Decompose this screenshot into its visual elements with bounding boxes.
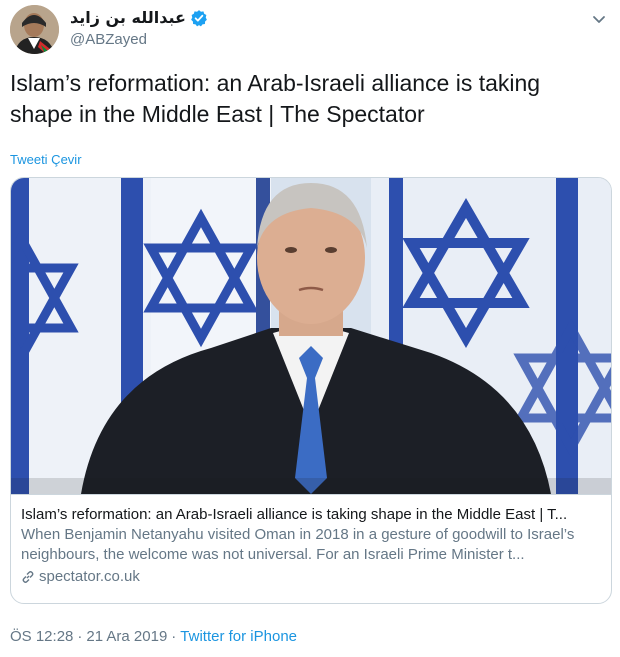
card-domain: spectator.co.uk bbox=[21, 567, 601, 587]
tweet-text: Islam’s reformation: an Arab-Israeli all… bbox=[10, 70, 541, 127]
link-card[interactable]: Islam’s reformation: an Arab-Israeli all… bbox=[10, 177, 612, 604]
author-handle[interactable]: @ABZayed bbox=[70, 31, 147, 48]
card-body[interactable]: Islam’s reformation: an Arab-Israeli all… bbox=[11, 494, 611, 603]
card-description: When Benjamin Netanyahu visited Oman in … bbox=[21, 526, 575, 563]
author-name-row[interactable]: عبدالله بن زايد bbox=[70, 8, 208, 27]
tweet-source-link[interactable]: Twitter for iPhone bbox=[180, 628, 297, 645]
tweet-time[interactable]: ÖS 12:28 bbox=[10, 628, 73, 645]
meta-separator: · bbox=[77, 628, 83, 645]
avatar[interactable] bbox=[10, 5, 59, 54]
tweet-meta: ÖS 12:28 · 21 Ara 2019 · Twitter for iPh… bbox=[10, 628, 297, 645]
meta-separator: · bbox=[171, 628, 177, 645]
card-title: Islam’s reformation: an Arab-Israeli all… bbox=[21, 506, 568, 523]
translate-tweet-link[interactable]: Tweeti Çevir bbox=[10, 152, 82, 167]
chevron-down-icon[interactable] bbox=[590, 10, 608, 28]
card-image[interactable] bbox=[11, 178, 611, 494]
card-domain-text: spectator.co.uk bbox=[39, 568, 140, 585]
profile-photo-icon bbox=[10, 5, 59, 54]
news-photo-icon bbox=[11, 178, 611, 494]
author-display-name[interactable]: عبدالله بن زايد bbox=[70, 8, 186, 27]
link-icon bbox=[21, 570, 35, 584]
tweet-date[interactable]: 21 Ara 2019 bbox=[86, 628, 167, 645]
tweet: عبدالله بن زايد @ABZayed Islam’s reforma… bbox=[0, 0, 620, 657]
verified-badge-icon bbox=[190, 9, 208, 27]
